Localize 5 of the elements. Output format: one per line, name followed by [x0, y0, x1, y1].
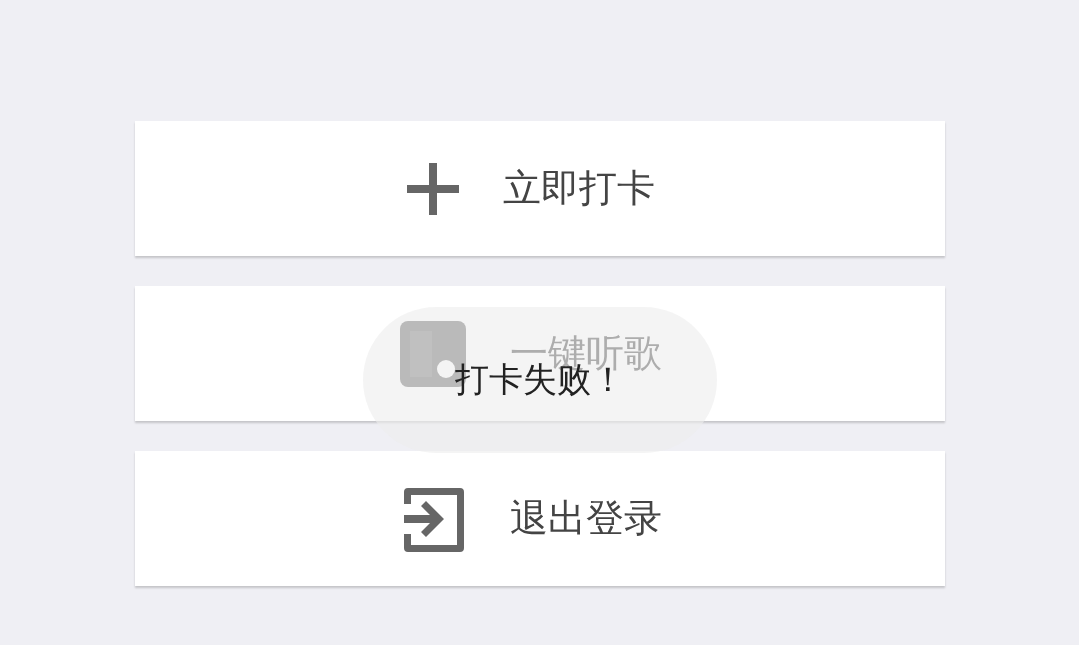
action-card[interactable]: 立即打卡: [135, 121, 945, 256]
action-label: 退出登录: [510, 495, 662, 542]
plus-icon: [405, 160, 461, 217]
action-card[interactable]: 退出登录: [135, 451, 945, 586]
action-label: 立即打卡: [503, 165, 655, 212]
